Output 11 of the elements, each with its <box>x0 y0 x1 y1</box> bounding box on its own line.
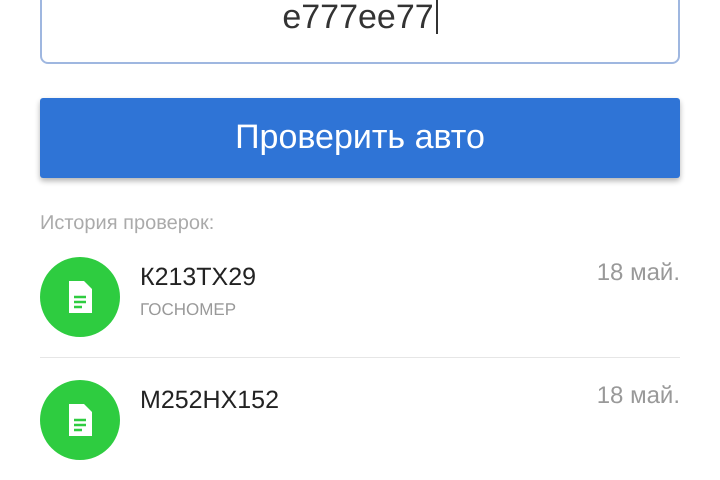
history-title: История проверок: <box>40 212 216 235</box>
check-date: 18 май. <box>596 258 680 287</box>
document-icon <box>40 257 120 337</box>
check-car-button[interactable]: Проверить авто <box>40 98 680 178</box>
check-date: 18 май. <box>596 381 680 410</box>
text-cursor <box>436 0 438 34</box>
record-type: ГОСНОМЕР <box>140 300 238 320</box>
plate-number[interactable]: К213ТХ29 <box>140 263 597 292</box>
document-icon <box>40 380 120 460</box>
plate-input-field[interactable]: e777ee77 <box>40 0 680 64</box>
plate-number[interactable]: М252НХ152 <box>140 386 597 415</box>
